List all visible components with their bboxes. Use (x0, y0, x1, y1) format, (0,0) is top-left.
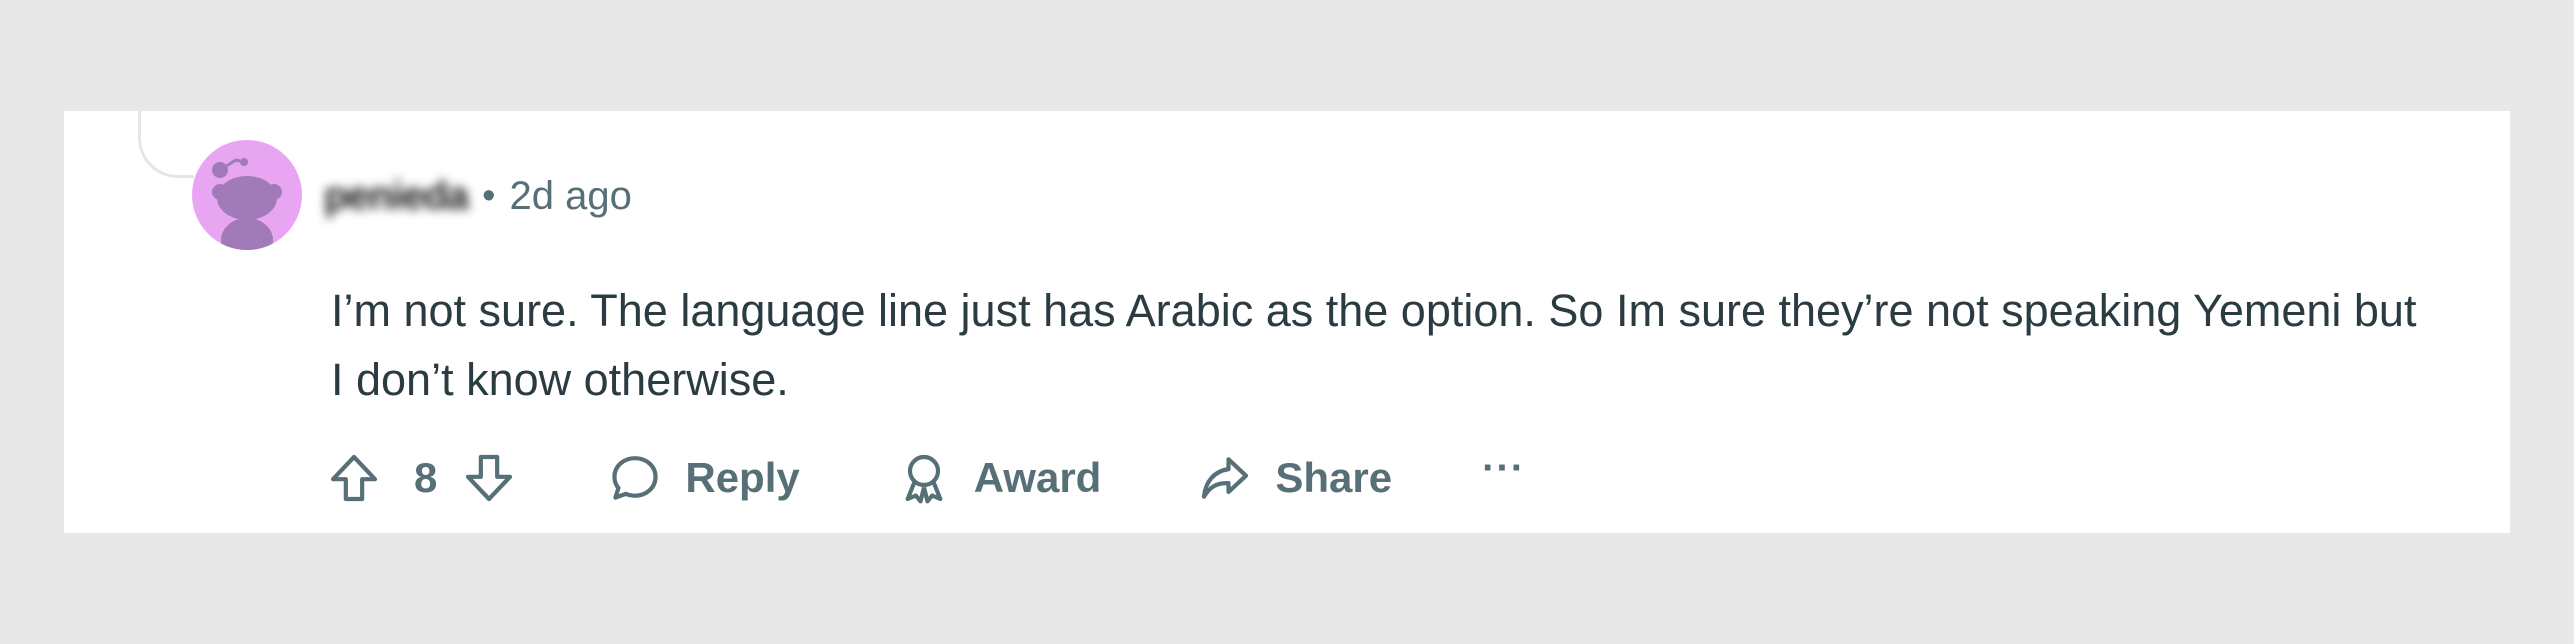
award-button[interactable]: Award (896, 450, 1102, 506)
comment-body: I’m not sure. The language line just has… (331, 285, 2417, 405)
upvote-button[interactable] (326, 450, 382, 506)
downvote-button[interactable] (461, 450, 517, 506)
award-ribbon-icon (896, 450, 952, 506)
snoo-avatar-icon (212, 158, 282, 250)
award-label: Award (973, 454, 1102, 501)
share-button[interactable]: Share (1197, 450, 1392, 506)
arrow-down-outline-icon (466, 454, 513, 502)
speech-bubble-icon (607, 450, 663, 506)
username-link[interactable]: penieda (324, 174, 469, 219)
comment-meta: penieda • 2d ago (324, 172, 632, 220)
reply-button[interactable]: Reply (607, 450, 800, 506)
share-label: Share (1275, 454, 1393, 501)
timestamp[interactable]: 2d ago (509, 174, 631, 219)
arrow-up-outline-icon (330, 454, 378, 502)
vote-count: 8 (414, 454, 438, 501)
user-avatar[interactable] (192, 140, 302, 250)
comment-actions-bar: 8 Reply Award Share ··· (326, 448, 1525, 508)
meta-separator: • (482, 175, 496, 217)
more-options-button[interactable]: ··· (1482, 448, 1525, 488)
share-arrow-icon (1197, 450, 1253, 506)
reply-label: Reply (685, 454, 800, 501)
